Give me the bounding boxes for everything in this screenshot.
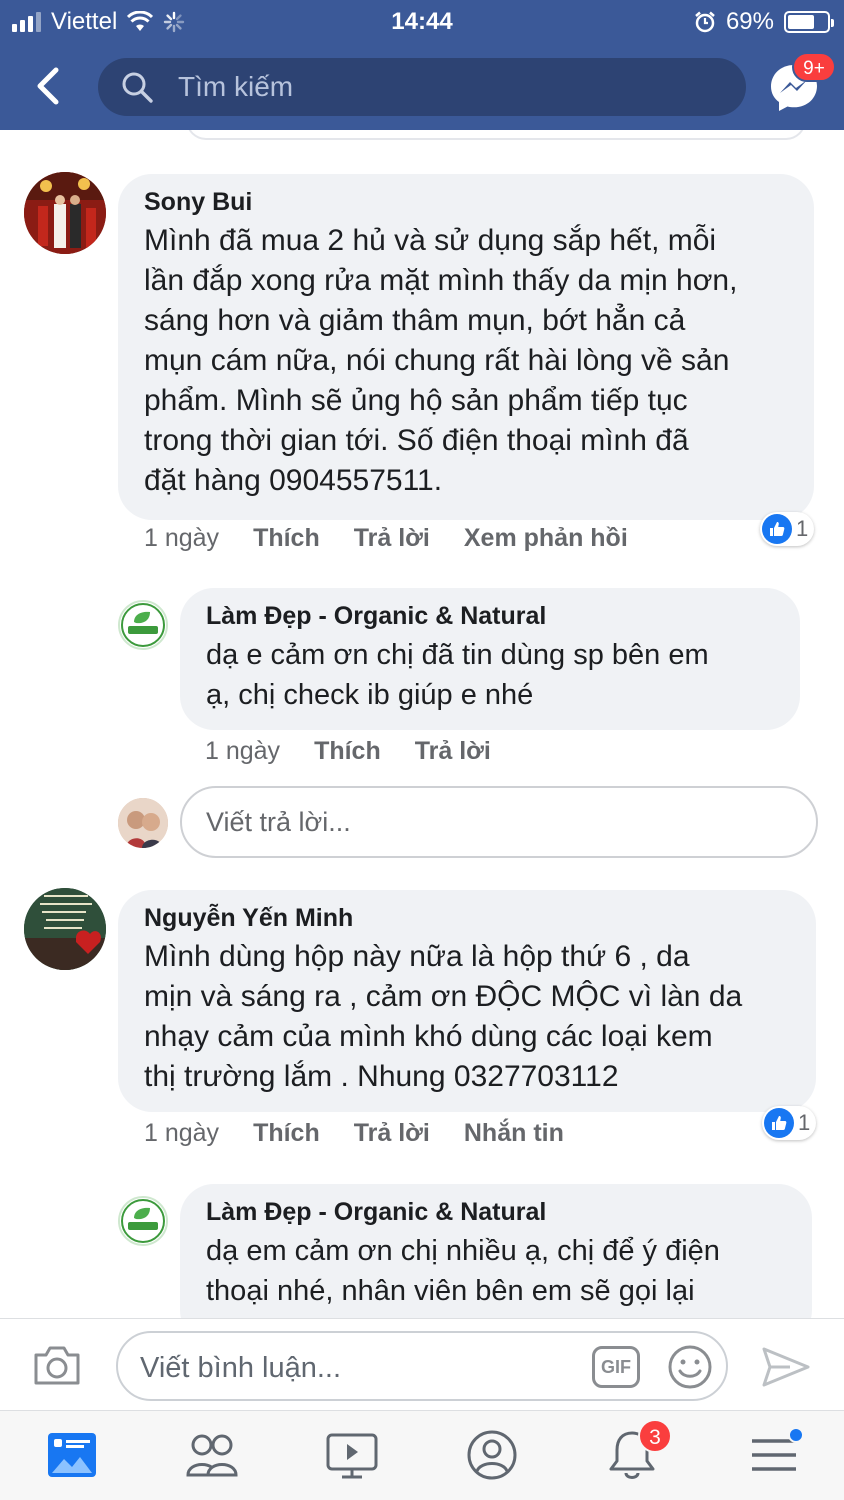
- bottom-tab-bar: 3: [0, 1410, 844, 1500]
- organic-logo-icon: [121, 603, 165, 647]
- page-avatar[interactable]: [118, 1196, 168, 1246]
- message-button[interactable]: Nhắn tin: [464, 1119, 564, 1148]
- friends-icon[interactable]: [184, 1427, 240, 1483]
- alarm-icon: [695, 11, 715, 33]
- gif-button[interactable]: GIF: [592, 1346, 640, 1388]
- status-bar: Viettel 14:44 69%: [0, 0, 844, 44]
- comment-actions: 1 ngày Thích Trả lời Xem phản hồi: [144, 524, 628, 553]
- battery-icon: [784, 11, 834, 33]
- view-replies-button[interactable]: Xem phản hồi: [464, 524, 628, 553]
- avatar[interactable]: [24, 172, 106, 254]
- reply-author[interactable]: Làm Đẹp - Organic & Natural: [206, 1198, 786, 1227]
- write-reply-field[interactable]: [180, 786, 818, 858]
- user-photo-icon: [118, 798, 168, 848]
- comment-bubble[interactable]: Nguyễn Yến Minh Mình dùng hộp này nữa là…: [118, 890, 816, 1112]
- reply-bubble[interactable]: Làm Đẹp - Organic & Natural dạ em cảm ơn…: [180, 1184, 812, 1318]
- like-button[interactable]: Thích: [253, 524, 320, 553]
- comment-author[interactable]: Sony Bui: [144, 188, 788, 217]
- notifications-badge: 3: [638, 1419, 672, 1453]
- current-user-avatar: [118, 798, 168, 848]
- comment-field[interactable]: GIF: [116, 1331, 728, 1401]
- app-header: Viettel 14:44 69% Tìm kiếm 9+: [0, 0, 844, 130]
- reply-text: dạ em cảm ơn chị nhiều ạ, chị để ý điện …: [206, 1235, 720, 1307]
- reaction-count[interactable]: 1: [760, 512, 815, 546]
- reply-time: 1 ngày: [205, 737, 281, 765]
- comment-feed[interactable]: Sony Bui Mình đã mua 2 hủ và sử dụng sắp…: [0, 130, 844, 1318]
- reply-actions: 1 ngày Thích Trả lời: [205, 737, 491, 766]
- like-reaction-icon: [762, 514, 792, 544]
- search-icon: [122, 72, 153, 103]
- like-reaction-icon: [764, 1108, 794, 1138]
- comment-time: 1 ngày: [144, 524, 220, 552]
- reply-bubble[interactable]: Làm Đẹp - Organic & Natural dạ e cảm ơn …: [180, 588, 800, 730]
- menu-notification-dot: [788, 1427, 804, 1443]
- reply-input[interactable]: [206, 802, 786, 842]
- comment-text: Mình đã mua 2 hủ và sử dụng sắp hết, mỗi…: [144, 224, 738, 497]
- comment-bubble[interactable]: Sony Bui Mình đã mua 2 hủ và sử dụng sắp…: [118, 174, 814, 520]
- comment-author[interactable]: Nguyễn Yến Minh: [144, 904, 790, 933]
- reply-button[interactable]: Trả lời: [415, 737, 491, 766]
- reply-button[interactable]: Trả lời: [354, 1119, 430, 1148]
- organic-logo-icon: [121, 1199, 165, 1243]
- back-chevron-icon[interactable]: [30, 64, 70, 108]
- reaction-count[interactable]: 1: [762, 1106, 817, 1140]
- emoji-icon[interactable]: [666, 1343, 714, 1391]
- reply-author[interactable]: Làm Đẹp - Organic & Natural: [206, 602, 774, 631]
- battery-percent: 69%: [725, 8, 774, 35]
- news-feed-icon[interactable]: [44, 1427, 100, 1483]
- search-input[interactable]: [178, 66, 718, 108]
- reply-text: dạ e cảm ơn chị đã tin dùng sp bên em ạ,…: [206, 639, 709, 711]
- profile-photo-icon: [24, 888, 106, 970]
- comment-input[interactable]: [140, 1347, 580, 1389]
- comment-time: 1 ngày: [144, 1119, 220, 1147]
- search-bar[interactable]: [98, 58, 746, 116]
- like-button[interactable]: Thích: [314, 737, 381, 766]
- messenger-badge: 9+: [792, 52, 836, 82]
- camera-icon[interactable]: [32, 1343, 82, 1387]
- send-icon[interactable]: [760, 1343, 812, 1391]
- reply-button[interactable]: Trả lời: [354, 524, 430, 553]
- page-avatar[interactable]: [118, 600, 168, 650]
- comment-text: Mình dùng hộp này nữa là hộp thứ 6 , da …: [144, 940, 743, 1093]
- like-button[interactable]: Thích: [253, 1119, 320, 1148]
- comment-actions: 1 ngày Thích Trả lời Nhắn tin: [144, 1119, 564, 1148]
- avatar[interactable]: [24, 888, 106, 970]
- profile-icon[interactable]: [464, 1427, 520, 1483]
- comment-composer: GIF: [0, 1318, 844, 1410]
- previous-comment-edge: [186, 130, 806, 140]
- watch-icon[interactable]: [324, 1427, 380, 1483]
- wedding-photo-icon: [24, 172, 106, 254]
